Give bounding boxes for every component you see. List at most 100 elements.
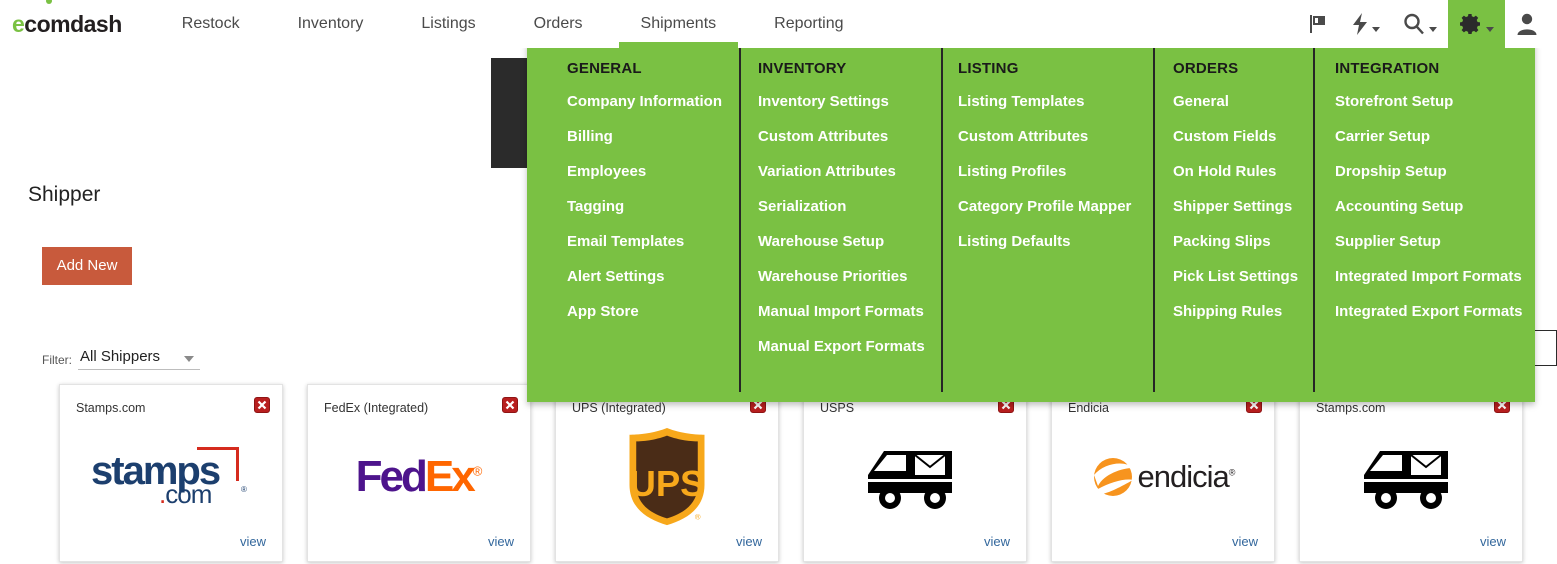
- nav-item-reporting[interactable]: Reporting: [774, 0, 843, 48]
- card-title: Endicia: [1068, 401, 1109, 415]
- menu-item-shipper-settings[interactable]: Shipper Settings: [1173, 198, 1313, 215]
- nav-item-orders[interactable]: Orders: [534, 0, 583, 48]
- view-link[interactable]: view: [240, 534, 266, 549]
- card-title: Stamps.com: [1316, 401, 1386, 415]
- menu-item-storefront-setup[interactable]: Storefront Setup: [1335, 93, 1535, 110]
- shipper-card[interactable]: USPS view: [803, 384, 1027, 562]
- card-title: Stamps.com: [76, 401, 146, 415]
- menu-item-carrier-setup[interactable]: Carrier Setup: [1335, 128, 1535, 145]
- menu-item-custom-fields[interactable]: Custom Fields: [1173, 128, 1313, 145]
- menu-item-shipping-rules[interactable]: Shipping Rules: [1173, 303, 1313, 320]
- menu-item-orders-general[interactable]: General: [1173, 93, 1313, 110]
- menu-item-warehouse-priorities[interactable]: Warehouse Priorities: [758, 268, 941, 285]
- view-link[interactable]: view: [1480, 534, 1506, 549]
- menu-item-listing-custom-attributes[interactable]: Custom Attributes: [958, 128, 1153, 145]
- menu-item-integrated-import-formats[interactable]: Integrated Import Formats: [1335, 268, 1535, 285]
- close-icon: [505, 400, 515, 410]
- menu-item-pick-list-settings[interactable]: Pick List Settings: [1173, 268, 1313, 285]
- menu-item-alert-settings[interactable]: Alert Settings: [567, 268, 739, 285]
- menu-item-custom-attributes[interactable]: Custom Attributes: [758, 128, 941, 145]
- view-link[interactable]: view: [1232, 534, 1258, 549]
- user-avatar-icon-button[interactable]: [1505, 0, 1549, 48]
- nav-item-restock[interactable]: Restock: [182, 0, 240, 48]
- settings-mega-menu: GENERAL Company Information Billing Empl…: [527, 42, 1535, 402]
- flag-icon: [1307, 13, 1329, 35]
- endicia-logo-icon: endicia®: [1052, 427, 1274, 527]
- menu-item-email-templates[interactable]: Email Templates: [567, 233, 739, 250]
- shipper-card[interactable]: Stamps.com view: [1299, 384, 1523, 562]
- menu-heading-inventory: INVENTORY: [758, 60, 847, 77]
- menu-column-integration: INTEGRATION Storefront Setup Carrier Set…: [1313, 42, 1535, 402]
- nav-item-listings[interactable]: Listings: [421, 0, 475, 48]
- shipper-filter-select[interactable]: All Shippers: [78, 348, 200, 370]
- page-title: Shipper: [28, 183, 101, 206]
- menu-item-serialization[interactable]: Serialization: [758, 198, 941, 215]
- menu-item-listing-templates[interactable]: Listing Templates: [958, 93, 1153, 110]
- menu-item-manual-export-formats[interactable]: Manual Export Formats: [758, 338, 941, 355]
- ups-logo-icon: UPS ®: [556, 427, 778, 527]
- gear-icon-button[interactable]: [1448, 0, 1505, 48]
- menu-column-general: GENERAL Company Information Billing Empl…: [527, 42, 739, 402]
- menu-item-billing[interactable]: Billing: [567, 128, 739, 145]
- mail-truck-icon: [1300, 427, 1522, 527]
- menu-column-orders: ORDERS General Custom Fields On Hold Rul…: [1153, 42, 1313, 402]
- view-link[interactable]: view: [736, 534, 762, 549]
- filter-row: Filter: All Shippers: [42, 348, 200, 370]
- menu-item-on-hold-rules[interactable]: On Hold Rules: [1173, 163, 1313, 180]
- menu-item-dropship-setup[interactable]: Dropship Setup: [1335, 163, 1535, 180]
- menu-item-app-store[interactable]: App Store: [567, 303, 739, 320]
- nav-item-inventory[interactable]: Inventory: [298, 0, 364, 48]
- add-new-button[interactable]: Add New: [42, 247, 132, 285]
- shipper-card[interactable]: Stamps.com stamps .com ® view: [59, 384, 283, 562]
- lightning-bolt-icon-button[interactable]: [1340, 0, 1391, 48]
- shipper-card-list: Stamps.com stamps .com ® view FedEx (Int…: [0, 384, 1557, 564]
- logo-e: e: [12, 10, 25, 37]
- menu-item-manual-import-formats[interactable]: Manual Import Formats: [758, 303, 941, 320]
- filter-label: Filter:: [42, 353, 72, 367]
- svg-text:UPS: UPS: [629, 463, 704, 504]
- shipper-card[interactable]: UPS (Integrated) UPS ® view: [555, 384, 779, 562]
- nav-item-shipments[interactable]: Shipments: [618, 0, 738, 48]
- menu-item-accounting-setup[interactable]: Accounting Setup: [1335, 198, 1535, 215]
- chevron-down-icon: [1429, 26, 1437, 32]
- menu-item-integrated-export-formats[interactable]: Integrated Export Formats: [1335, 303, 1535, 320]
- nav-right-icons: [1296, 0, 1549, 48]
- card-title: FedEx (Integrated): [324, 401, 429, 415]
- menu-heading-listing: LISTING: [958, 60, 1019, 77]
- mail-truck-icon: [804, 427, 1026, 527]
- gear-icon: [1459, 12, 1483, 36]
- search-icon-button[interactable]: [1391, 0, 1448, 48]
- menu-item-variation-attributes[interactable]: Variation Attributes: [758, 163, 941, 180]
- menu-heading-general: GENERAL: [567, 60, 642, 77]
- fedex-logo-icon: FedEx®: [355, 452, 483, 501]
- chevron-down-icon: [1372, 26, 1380, 32]
- close-icon: [257, 400, 267, 410]
- menu-item-listing-profiles[interactable]: Listing Profiles: [958, 163, 1153, 180]
- menu-item-category-profile-mapper[interactable]: Category Profile Mapper: [958, 198, 1153, 215]
- ecomdash-logo[interactable]: e comdash: [12, 0, 122, 38]
- menu-item-listing-defaults[interactable]: Listing Defaults: [958, 233, 1153, 250]
- card-title: UPS (Integrated): [572, 401, 666, 415]
- user-avatar-icon: [1516, 12, 1538, 36]
- menu-item-packing-slips[interactable]: Packing Slips: [1173, 233, 1313, 250]
- menu-item-warehouse-setup[interactable]: Warehouse Setup: [758, 233, 941, 250]
- menu-item-employees[interactable]: Employees: [567, 163, 739, 180]
- stamps-dot-com-logo-icon: stamps .com ®: [91, 447, 247, 509]
- logo-text: comdash: [24, 0, 122, 38]
- view-link[interactable]: view: [984, 534, 1010, 549]
- menu-item-tagging[interactable]: Tagging: [567, 198, 739, 215]
- delete-icon-button[interactable]: [254, 397, 270, 413]
- filter-selected-value: All Shippers: [80, 348, 161, 365]
- search-icon: [1402, 12, 1426, 36]
- card-title: USPS: [820, 401, 855, 415]
- lightning-bolt-icon: [1351, 12, 1369, 36]
- shipper-card[interactable]: FedEx (Integrated) FedEx® view: [307, 384, 531, 562]
- view-link[interactable]: view: [488, 534, 514, 549]
- logo-dot-icon: [46, 0, 53, 4]
- menu-item-supplier-setup[interactable]: Supplier Setup: [1335, 233, 1535, 250]
- flag-icon-button[interactable]: [1296, 0, 1340, 48]
- menu-item-inventory-settings[interactable]: Inventory Settings: [758, 93, 941, 110]
- shipper-card[interactable]: Endicia endicia® view: [1051, 384, 1275, 562]
- menu-item-company-information[interactable]: Company Information: [567, 93, 739, 110]
- delete-icon-button[interactable]: [502, 397, 518, 413]
